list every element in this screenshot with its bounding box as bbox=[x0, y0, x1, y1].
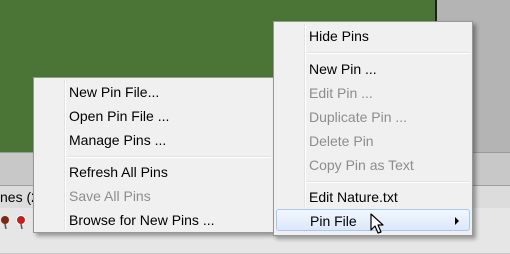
menu-item-edit-nature-txt[interactable]: Edit Nature.txt bbox=[276, 186, 470, 208]
menu-item-manage-pins[interactable]: Manage Pins ... bbox=[36, 129, 271, 151]
menu-item-edit-pin: Edit Pin ... bbox=[309, 85, 373, 101]
chevron-right-icon bbox=[455, 217, 459, 225]
pin-icon[interactable] bbox=[14, 215, 28, 229]
menu-item-copy-pin-as-text: Copy Pin as Text bbox=[309, 157, 414, 173]
menu-item-hide-pins[interactable]: Hide Pins bbox=[276, 25, 470, 47]
mouse-cursor-icon bbox=[370, 213, 384, 234]
menu-item-delete-pin: Delete Pin bbox=[309, 133, 374, 149]
pins-context-menu: Hide Pins New Pin ... Edit Pin ... Dupli… bbox=[273, 21, 473, 236]
menu-item-pin-file-label: Pin File bbox=[310, 213, 357, 229]
menu-item-duplicate-pin: Duplicate Pin ... bbox=[309, 109, 408, 125]
menu-item-new-pin-file[interactable]: New Pin File... bbox=[36, 81, 271, 103]
menu-separator bbox=[306, 52, 470, 54]
menu-item-refresh-all-pins[interactable]: Refresh All Pins bbox=[36, 161, 271, 183]
menu-item-browse-new-pins[interactable]: Browse for New Pins ... bbox=[36, 209, 271, 231]
menu-separator bbox=[66, 156, 271, 158]
pin-file-menu: New Pin File... Open Pin File ... Manage… bbox=[33, 77, 274, 233]
menu-item-open-pin-file[interactable]: Open Pin File ... bbox=[36, 105, 271, 127]
menu-separator bbox=[306, 181, 470, 183]
menu-item-save-all-pins: Save All Pins bbox=[69, 188, 151, 204]
pin-icon[interactable] bbox=[0, 215, 14, 229]
menu-item-new-pin[interactable]: New Pin ... bbox=[276, 58, 470, 80]
